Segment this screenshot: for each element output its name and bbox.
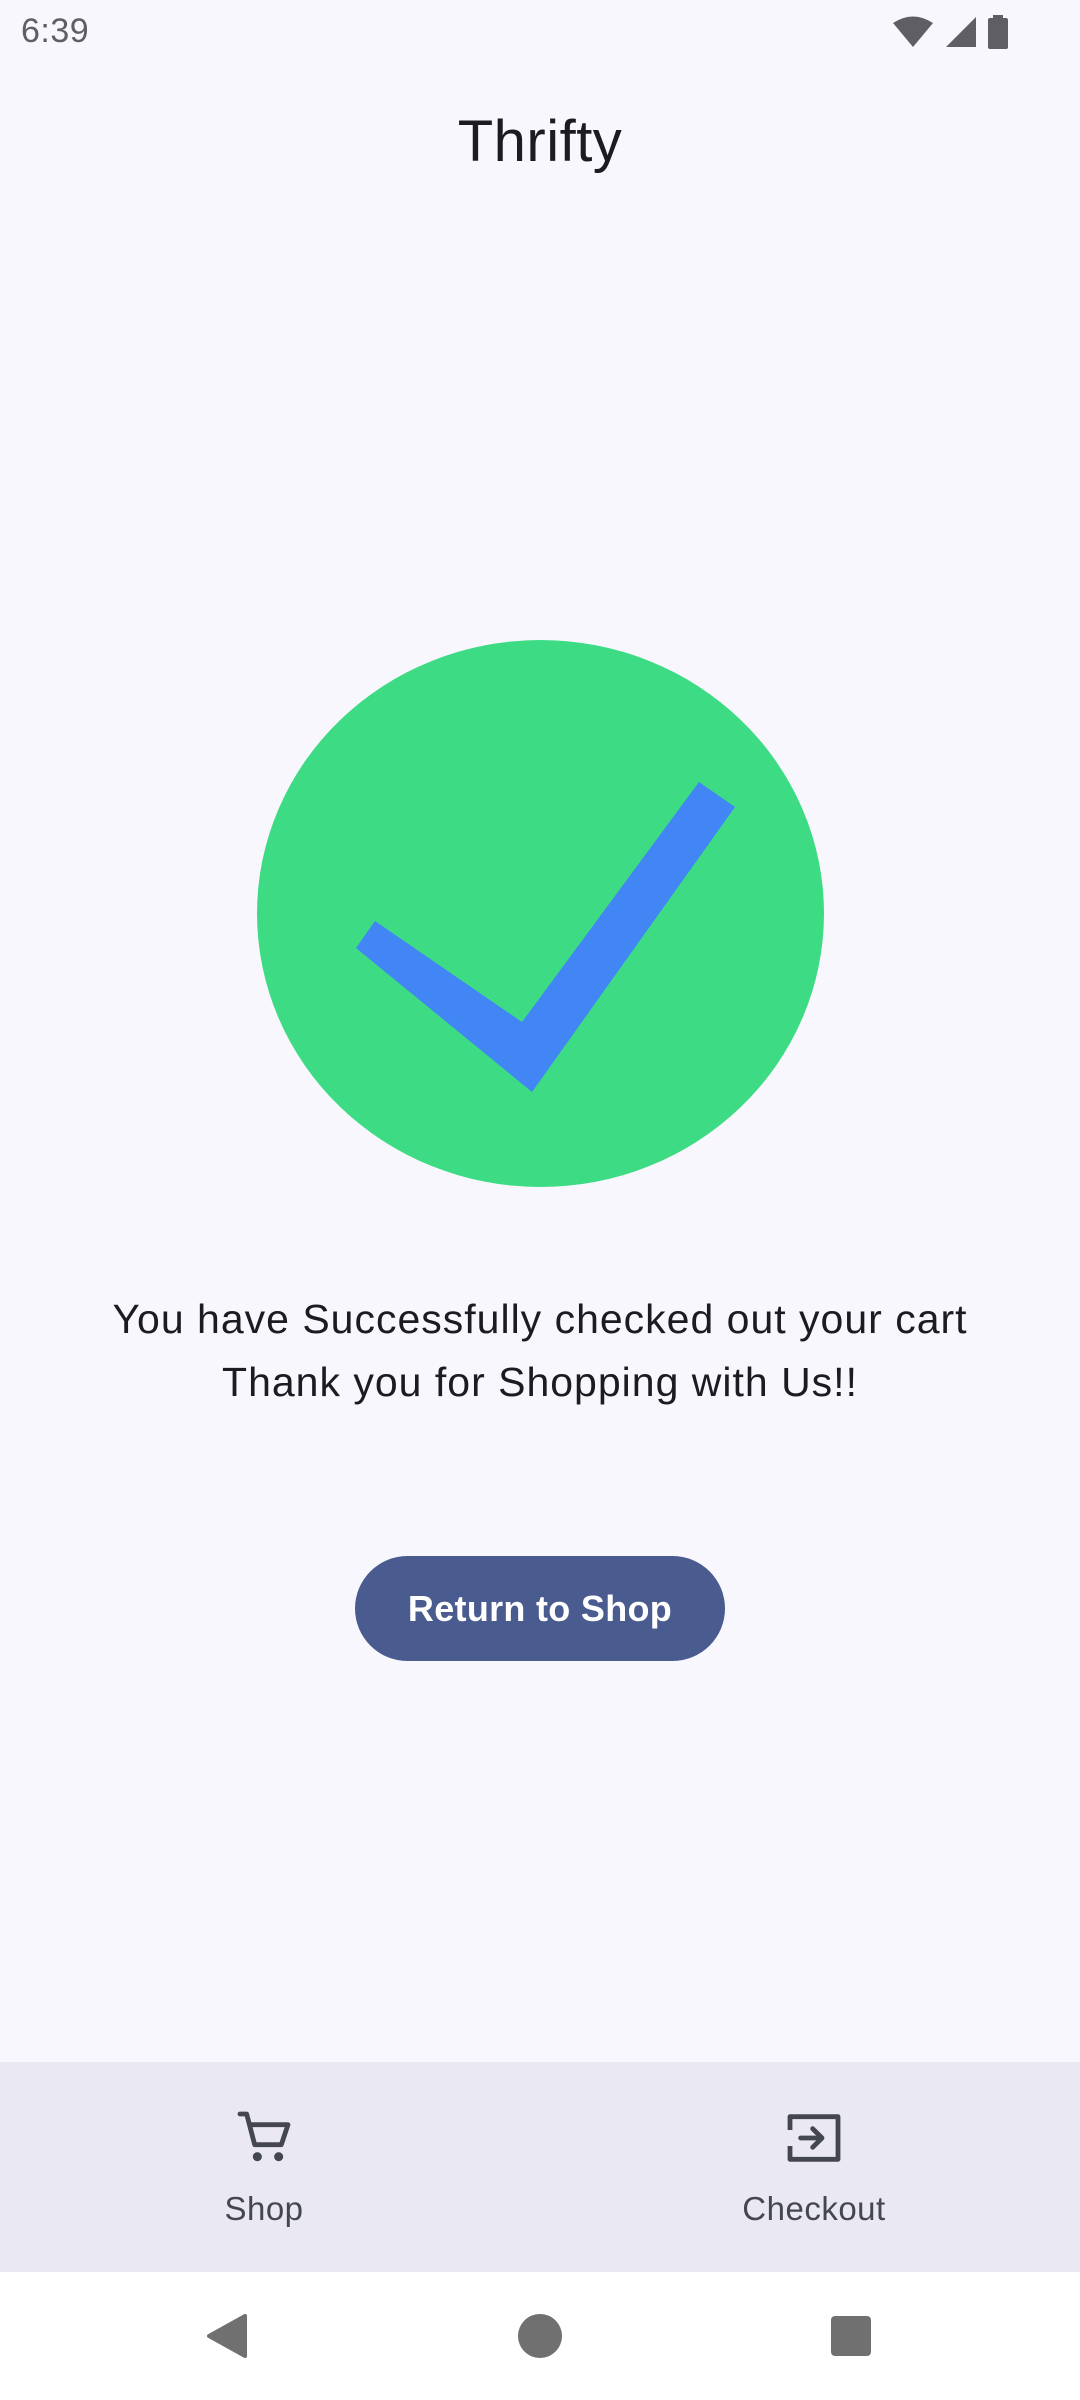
home-button[interactable]: [480, 2272, 600, 2400]
recents-icon: [831, 2316, 871, 2356]
checkmark-icon: [257, 640, 824, 1187]
back-icon: [207, 2314, 247, 2358]
cart-icon: [237, 2111, 291, 2162]
nav-label-checkout: Checkout: [742, 2190, 886, 2227]
recents-button[interactable]: [791, 2272, 911, 2400]
bottom-navigation: Shop Checkout: [0, 2062, 1080, 2272]
nav-label-shop: Shop: [224, 2190, 304, 2227]
return-to-shop-button[interactable]: Return to Shop: [355, 1556, 725, 1661]
wifi-icon: [893, 16, 933, 47]
status-bar: 6:39: [0, 0, 1080, 66]
status-time: 6:39: [21, 12, 90, 50]
battery-icon: [988, 15, 1008, 49]
exit-icon: [787, 2114, 841, 2162]
nav-item-checkout[interactable]: Checkout: [664, 2062, 964, 2272]
back-button[interactable]: [168, 2272, 288, 2400]
nav-item-shop[interactable]: Shop: [114, 2062, 414, 2272]
success-circle: [257, 640, 824, 1187]
page-title: Thrifty: [457, 109, 623, 174]
message-line-2: Thank you for Shopping with Us!!: [222, 1359, 858, 1405]
screen: 6:39 Thrifty You have Successfully check…: [0, 0, 1080, 2400]
status-icons: [892, 14, 1008, 50]
message-line-1: You have Successfully checked out your c…: [112, 1296, 968, 1342]
success-message: You have Successfully checked out your c…: [0, 1288, 1080, 1414]
system-navigation-bar: [0, 2272, 1080, 2400]
signal-icon: [946, 17, 976, 47]
home-icon: [518, 2314, 562, 2358]
